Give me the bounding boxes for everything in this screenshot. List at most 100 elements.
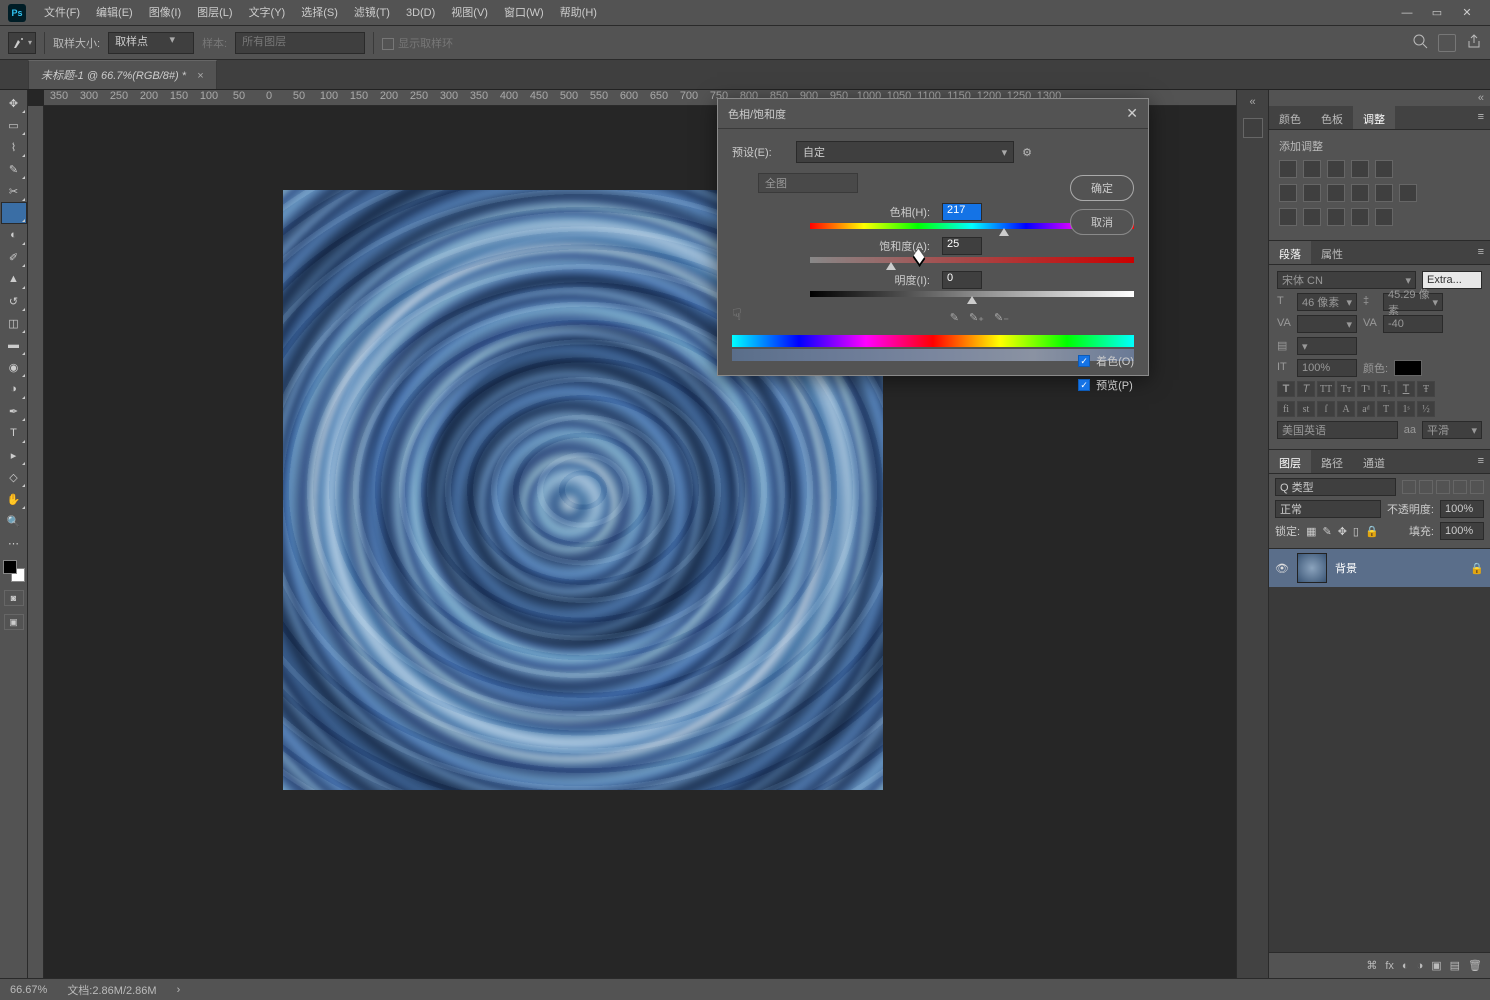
ok-button[interactable]: 确定 [1070,175,1134,201]
history-brush-tool-icon[interactable]: ↺ [2,290,26,312]
layer-thumbnail[interactable] [1297,553,1327,583]
fill-field[interactable]: 100% [1440,522,1484,540]
zoom-level[interactable]: 66.67% [10,984,47,996]
crop-tool-icon[interactable]: ✂ [2,180,26,202]
tab-swatches[interactable]: 色板 [1311,106,1353,129]
path-select-tool-icon[interactable]: ▸ [2,444,26,466]
layer-filter-kind[interactable]: Q 类型 [1275,478,1396,496]
tab-color[interactable]: 颜色 [1269,106,1311,129]
tab-paragraph[interactable]: 段落 [1269,241,1311,264]
st-lig-button[interactable]: st [1297,401,1315,417]
delete-layer-icon[interactable]: 🗑 [1468,959,1482,972]
new-group-icon[interactable]: ▣ [1431,959,1441,972]
tab-channels[interactable]: 通道 [1353,450,1395,473]
eyedropper-sub-icon[interactable]: ✎₋ [994,311,1009,324]
italic-button[interactable]: T [1297,381,1315,397]
new-layer-icon[interactable]: ▤ [1450,959,1460,972]
fx-icon[interactable]: fx [1385,960,1394,972]
adj-poster-icon[interactable] [1303,208,1321,226]
layer-name[interactable]: 背景 [1335,560,1357,576]
expand-dock-icon[interactable]: « [1269,90,1490,106]
kerning-field[interactable]: ▾ [1297,315,1357,333]
lock-image-icon[interactable]: ▯ [1353,525,1359,538]
lock-pos-icon[interactable]: ✎ [1322,525,1331,538]
doc-size[interactable]: 文档:2.86M/2.86M [67,982,156,998]
move-tool-icon[interactable]: ✥ [2,92,26,114]
blend-mode-select[interactable]: 正常 [1275,500,1381,518]
link-layers-icon[interactable]: ⌘ [1366,959,1377,972]
status-chevron-icon[interactable]: › [177,984,181,996]
hue-value-field[interactable]: 217 [942,203,982,221]
tab-adjustments[interactable]: 调整 [1353,106,1395,129]
leading-field[interactable]: 45.29 像素▾ [1383,293,1443,311]
fi-lig-button[interactable]: fi [1277,401,1295,417]
type-tool-icon[interactable]: T [2,422,26,444]
preset-select[interactable]: 自定 [796,141,1014,163]
menu-help[interactable]: 帮助(H) [552,0,605,26]
adj-mixer-icon[interactable] [1375,184,1393,202]
expand-dock-icon[interactable]: « [1249,96,1255,108]
adj-exposure-icon[interactable] [1351,160,1369,178]
close-tab-icon[interactable]: × [197,70,203,82]
lightness-slider[interactable] [810,291,1134,297]
ordinal-button[interactable]: aᵈ [1357,401,1375,417]
hand-scrubber-icon[interactable]: ☟ [732,305,742,325]
layer-row[interactable]: 👁 背景 🔒 [1269,549,1490,587]
lock-pixel-icon[interactable]: ✥ [1338,525,1347,538]
tab-properties[interactable]: 属性 [1311,241,1353,264]
window-minimize-icon[interactable]: — [1392,3,1422,23]
eyedropper-add-icon[interactable]: ✎₊ [969,311,984,324]
menu-image[interactable]: 图像(I) [141,0,189,26]
dock-icon-1[interactable] [1243,118,1263,138]
zoom-tool-icon[interactable]: 🔍 [2,510,26,532]
sample-size-select[interactable]: 取样点▾ [108,32,194,54]
eyedropper-icon[interactable]: ✎ [950,311,959,324]
quick-select-tool-icon[interactable]: ✎ [2,158,26,180]
marquee-tool-icon[interactable]: ▭ [2,114,26,136]
eraser-tool-icon[interactable]: ◫ [2,312,26,334]
eyedropper-tool-icon[interactable] [1,202,27,224]
filter-pixel-icon[interactable] [1402,480,1416,494]
hand-tool-icon[interactable]: ✋ [2,488,26,510]
filter-smart-icon[interactable] [1470,480,1484,494]
adj-thresh-icon[interactable] [1327,208,1345,226]
edit-toolbar-icon[interactable]: ⋯ [2,532,26,554]
fraction-button[interactable]: T [1377,401,1395,417]
bold-button[interactable]: T [1277,381,1295,397]
lock-all-icon[interactable]: ▦ [1306,525,1316,538]
menu-window[interactable]: 窗口(W) [496,0,552,26]
visibility-icon[interactable]: 👁 [1275,562,1289,575]
filter-type-icon[interactable] [1436,480,1450,494]
vscale-field[interactable]: 100% [1297,359,1357,377]
text-color-swatch[interactable] [1394,360,1422,376]
brush-tool-icon[interactable]: ✐ [2,246,26,268]
tab-paths[interactable]: 路径 [1311,450,1353,473]
menu-layer[interactable]: 图层(L) [189,0,240,26]
menu-type[interactable]: 文字(Y) [241,0,294,26]
quickmask-icon[interactable]: ◙ [4,590,24,606]
lock-icon[interactable]: 🔒 [1365,525,1379,538]
adj-levels-icon[interactable] [1303,160,1321,178]
adj-lut-icon[interactable] [1399,184,1417,202]
adj-photo-icon[interactable] [1351,184,1369,202]
opacity-field[interactable]: 100% [1440,500,1484,518]
adj-hue-icon[interactable] [1279,184,1297,202]
new-adj-icon[interactable]: ◑ [1417,960,1424,972]
blur-tool-icon[interactable]: ◉ [2,356,26,378]
lasso-tool-icon[interactable]: ⌇ [2,136,26,158]
gradient-tool-icon[interactable]: ▬ [2,334,26,356]
filter-shape-icon[interactable] [1453,480,1467,494]
search-icon[interactable] [1412,33,1428,52]
adj-curves-icon[interactable] [1327,160,1345,178]
stylistic-button[interactable]: 1ˢ [1397,401,1415,417]
scale-field[interactable]: ▾ [1297,337,1357,355]
swash-button[interactable]: ſ [1317,401,1335,417]
window-close-icon[interactable]: ✕ [1452,3,1482,23]
saturation-value-field[interactable]: 25 [942,237,982,255]
strike-button[interactable]: Ŧ [1417,381,1435,397]
pen-tool-icon[interactable]: ✒ [2,400,26,422]
menu-file[interactable]: 文件(F) [36,0,88,26]
smallcaps-button[interactable]: Tᴛ [1337,381,1355,397]
underline-button[interactable]: T [1397,381,1415,397]
super-button[interactable]: T¹ [1357,381,1375,397]
